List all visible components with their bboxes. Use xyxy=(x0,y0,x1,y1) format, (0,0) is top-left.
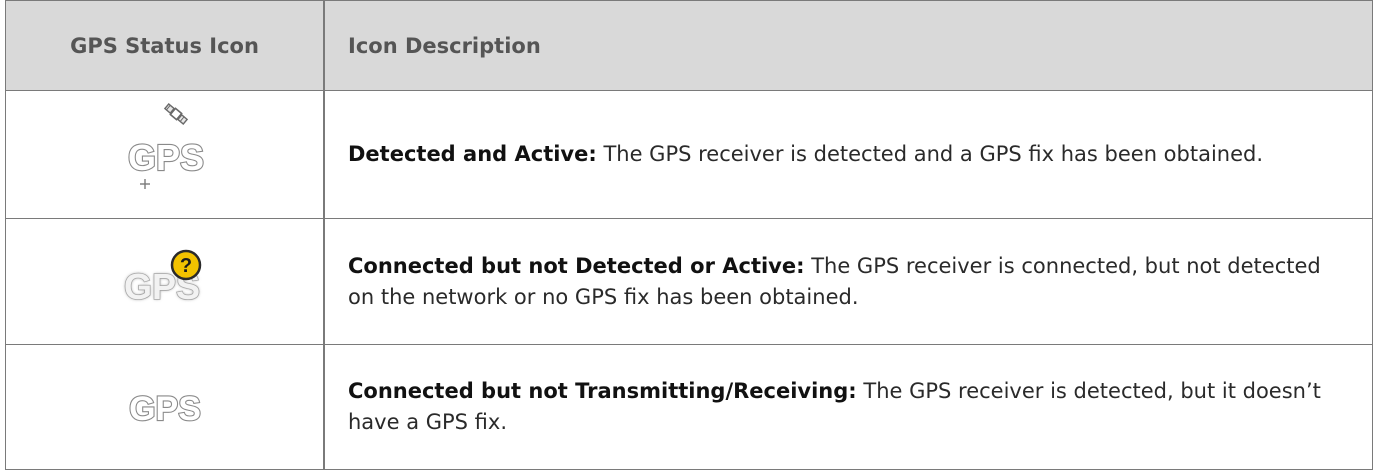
satellite-icon xyxy=(163,102,188,125)
column-divider xyxy=(323,345,325,469)
table-row: GPS GPS ? Connected but not Detected or … xyxy=(6,219,1372,345)
gps-detected-active-icon: GPS xyxy=(126,102,205,189)
header-gps-status-icon: GPS Status Icon xyxy=(70,34,259,58)
description-cell: Detected and Active: The GPS receiver is… xyxy=(348,91,1338,218)
question-mark: ? xyxy=(179,255,191,277)
gps-connected-not-detected-icon: GPS GPS ? xyxy=(123,249,201,307)
column-divider xyxy=(323,219,325,344)
status-description: The GPS receiver is detected and a GPS f… xyxy=(596,142,1264,166)
question-badge-icon: ? xyxy=(170,249,201,280)
description-cell: Connected but not Transmitting/Receiving… xyxy=(348,345,1338,469)
table-row: GPS Connected but not Transmitting/Recei… xyxy=(6,345,1372,469)
column-divider xyxy=(323,1,325,90)
status-term: Detected and Active: xyxy=(348,142,597,166)
column-divider xyxy=(323,91,325,218)
gps-status-table: GPS Status Icon Icon Description GPS Det… xyxy=(5,0,1373,470)
crosshair-icon xyxy=(139,178,150,189)
icon-cell: GPS xyxy=(6,91,323,218)
gps-connected-not-transmitting-icon: GPS xyxy=(127,389,201,429)
table-header-row: GPS Status Icon Icon Description xyxy=(6,1,1372,91)
description-cell: Connected but not Detected or Active: Th… xyxy=(348,219,1338,344)
gps-label: GPS xyxy=(129,390,201,428)
status-term: Connected but not Detected or Active: xyxy=(348,253,805,278)
table-row: GPS Detected and Active: The GPS receive… xyxy=(6,91,1372,219)
icon-cell: GPS GPS ? xyxy=(6,219,323,344)
header-icon-description: Icon Description xyxy=(348,34,541,58)
status-term: Connected but not Transmitting/Receiving… xyxy=(348,379,857,403)
icon-cell: GPS xyxy=(6,345,323,469)
gps-label: GPS xyxy=(127,137,203,178)
